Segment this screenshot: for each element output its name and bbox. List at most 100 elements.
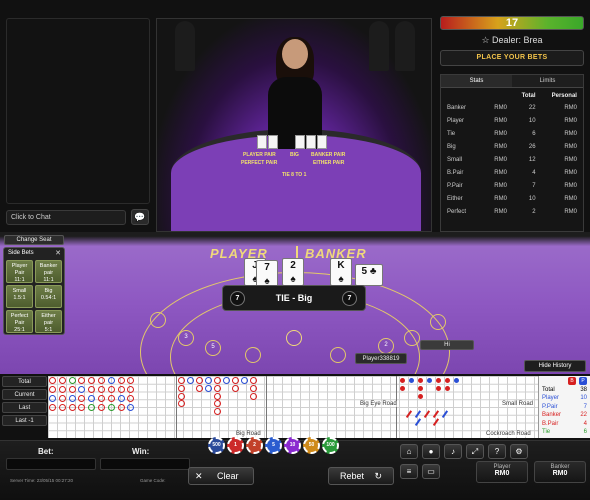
video-perfect-pair-label: PERFECT PAIR <box>241 160 278 166</box>
banker-card: K ♠ <box>330 258 352 286</box>
background-dealer <box>369 21 389 71</box>
stats-personal: RM0 <box>564 195 577 202</box>
side-bet-cell[interactable]: Player Pair 11:1 <box>6 260 33 283</box>
chip-100[interactable]: 100 <box>322 437 339 454</box>
big-eye-marker <box>400 385 405 391</box>
sound-icon[interactable]: ♪ <box>444 444 462 459</box>
road-btn-total[interactable]: Total <box>2 376 47 387</box>
tab-limits[interactable]: Limits <box>512 75 583 88</box>
help-icon[interactable]: ? <box>488 444 506 459</box>
road-summary: B P Total 38 Player 10 P.Pair 7 Banker 22 B.Pair… <box>538 376 590 438</box>
seat-ring[interactable] <box>286 330 302 346</box>
bead-marker <box>117 395 125 402</box>
chip-5[interactable]: 5 <box>265 437 282 454</box>
seat-ring[interactable] <box>245 347 261 363</box>
big-road-marker <box>214 384 221 392</box>
seat-ring[interactable] <box>404 330 420 346</box>
record-icon[interactable]: ● <box>422 444 440 459</box>
big-road-marker <box>232 384 239 392</box>
game-code: Game Code: <box>140 478 166 483</box>
big-eye-marker <box>436 378 441 383</box>
chip-500[interactable]: 500 <box>208 437 225 454</box>
dealer-figure <box>260 37 330 149</box>
road-btn-last[interactable]: Last <box>2 402 47 413</box>
road-btn-last-1[interactable]: Last -1 <box>2 415 47 426</box>
close-icon[interactable]: ✕ <box>55 249 61 257</box>
bead-marker <box>68 404 76 411</box>
chat-bubble: Hi <box>420 340 474 350</box>
big-eye-marker <box>445 378 450 383</box>
big-road-marker <box>250 392 257 400</box>
gear-icon[interactable]: ⚙ <box>510 444 528 459</box>
stats-total: RM0 12 <box>494 156 536 163</box>
seat-ring[interactable] <box>330 347 346 363</box>
bead-marker <box>68 377 76 384</box>
dealer-label: Dealer: Brea <box>492 35 543 45</box>
video-icon[interactable]: ▭ <box>422 464 440 479</box>
stats-panel: Stats Limits Total Personal Banker RM0 22 R… <box>440 74 584 232</box>
personal-header: Personal <box>551 93 577 99</box>
side-bet-cell[interactable]: Big 0.54:1 <box>35 285 62 308</box>
bead-marker <box>49 404 56 411</box>
roadmap-grid <box>48 376 538 438</box>
big-road-marker <box>250 377 257 384</box>
big-road-marker <box>205 384 212 392</box>
stats-name: Small <box>447 156 463 163</box>
betting-table: PLAYER BANKER J ♠ 7 ♠ 2 ♠ K ♠ 5 ♣ TIE - Big … <box>0 232 590 374</box>
bead-marker <box>49 377 56 384</box>
game-screen: Click to Chat 💬 PLAYER PAIR BIG BANKER P… <box>0 0 590 500</box>
chip-1[interactable]: 1 <box>227 437 244 454</box>
video-banker-pair-label: BANKER PAIR <box>311 152 346 158</box>
stats-row: Small RM0 12 RM0 <box>441 153 583 166</box>
seat-ring[interactable]: 3 <box>178 330 194 346</box>
lobby-icon[interactable]: ⌂ <box>400 444 418 459</box>
player-total-box: Player RM0 <box>476 461 528 483</box>
chip-50[interactable]: 50 <box>303 437 320 454</box>
side-bet-cell[interactable]: Either pair 5:1 <box>35 310 62 333</box>
cockroach-marker <box>432 410 439 418</box>
stats-row: Either RM0 10 RM0 <box>441 192 583 205</box>
bet-amount <box>6 458 96 470</box>
history-icon[interactable]: ≡ <box>400 464 418 479</box>
side-bets-panel: Side Bets ✕ Player Pair 11:1 Banker pair 11:… <box>3 247 65 335</box>
speech-bubble-icon[interactable]: 💬 <box>131 209 149 225</box>
big-road-marker <box>178 384 185 392</box>
bead-marker <box>117 404 125 411</box>
fullscreen-icon[interactable]: ⤢ <box>466 444 484 459</box>
close-icon: ✕ <box>195 471 203 481</box>
side-bet-cell[interactable]: Perfect Pair 25:1 <box>6 310 33 333</box>
seat-ring[interactable] <box>150 312 166 328</box>
bead-marker <box>88 377 96 384</box>
change-seat-button[interactable]: Change Seat <box>4 235 64 245</box>
stats-total: RM0 10 <box>494 195 536 202</box>
chip-2[interactable]: 2 <box>246 437 263 454</box>
big-road-marker <box>178 400 185 408</box>
small-road-label: Small Road <box>502 401 534 407</box>
rebet-button[interactable]: Rebet ↻ <box>328 467 394 485</box>
stats-personal: RM0 <box>564 130 577 137</box>
bead-marker <box>68 386 76 393</box>
big-eye-marker <box>418 393 423 399</box>
bet-label: Bet: <box>38 447 54 456</box>
star-icon[interactable]: ☆ <box>481 35 489 45</box>
stats-row: Tie RM0 6 RM0 <box>441 127 583 140</box>
tab-stats[interactable]: Stats <box>441 75 512 88</box>
side-bet-cell[interactable]: Small 1.5:1 <box>6 285 33 308</box>
chat-input[interactable]: Click to Chat <box>6 210 126 225</box>
seat-ring[interactable]: 5 <box>205 340 221 356</box>
banker-badge: B <box>568 377 576 385</box>
side-bet-cell[interactable]: Banker pair 11:1 <box>35 260 62 283</box>
chip-10[interactable]: 10 <box>284 437 301 454</box>
seat-ring[interactable] <box>430 314 446 330</box>
stats-name: Player <box>447 117 465 124</box>
seat-ring[interactable]: 2 <box>378 338 394 354</box>
video-big-label: BIG <box>290 152 299 158</box>
road-btn-current[interactable]: Current <box>2 389 47 400</box>
video-either-pair-label: EITHER PAIR <box>313 160 345 166</box>
stats-total: RM0 2 <box>494 208 536 215</box>
player-card: 7 ♠ <box>256 260 278 288</box>
bead-marker <box>107 377 115 384</box>
clear-button[interactable]: ✕ Clear <box>188 467 254 485</box>
hide-history-button[interactable]: Hide History <box>524 360 586 372</box>
stats-total: RM0 10 <box>494 117 536 124</box>
